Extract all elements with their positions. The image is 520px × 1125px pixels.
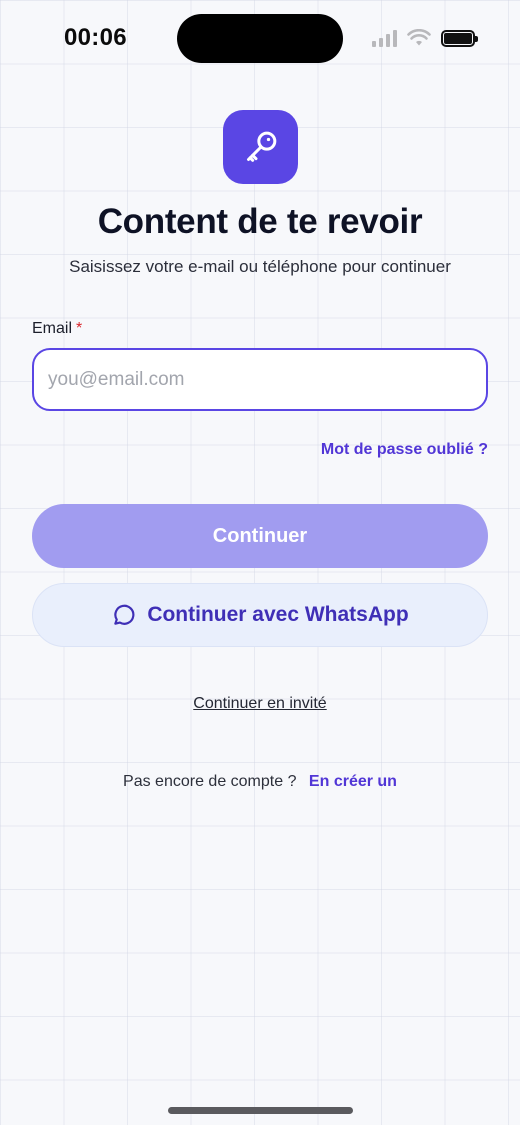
home-indicator	[168, 1107, 353, 1114]
signup-row: Pas encore de compte ? En créer un	[0, 773, 520, 791]
wifi-icon	[407, 29, 431, 46]
page-subtitle: Saisissez votre e-mail ou téléphone pour…	[69, 257, 451, 276]
status-bar: 00:06	[0, 0, 520, 78]
email-label-text: Email	[32, 320, 73, 337]
email-label: Email *	[32, 320, 82, 338]
status-time: 00:06	[64, 24, 127, 51]
page-title: Content de te revoir	[97, 202, 423, 241]
dynamic-island	[177, 14, 343, 63]
battery-icon	[441, 29, 478, 47]
key-icon	[246, 131, 276, 162]
guest-link[interactable]: Continuer en invité	[193, 695, 326, 712]
status-icons	[372, 28, 478, 48]
forgot-password-link[interactable]: Mot de passe oublié ?	[321, 441, 488, 459]
no-account-text: Pas encore de compte ?	[123, 773, 297, 790]
app-logo	[223, 110, 298, 184]
whatsapp-button[interactable]: Continuer avec WhatsApp	[32, 583, 488, 647]
continue-button[interactable]: Continuer	[32, 504, 488, 568]
email-field[interactable]	[32, 348, 488, 411]
whatsapp-button-label: Continuer avec WhatsApp	[147, 603, 409, 626]
guest-row: Continuer en invité	[0, 695, 520, 713]
chat-bubble-icon	[114, 604, 135, 625]
required-marker: *	[76, 320, 83, 337]
create-account-link[interactable]: En créer un	[309, 773, 397, 790]
cellular-signal-icon	[372, 29, 397, 47]
